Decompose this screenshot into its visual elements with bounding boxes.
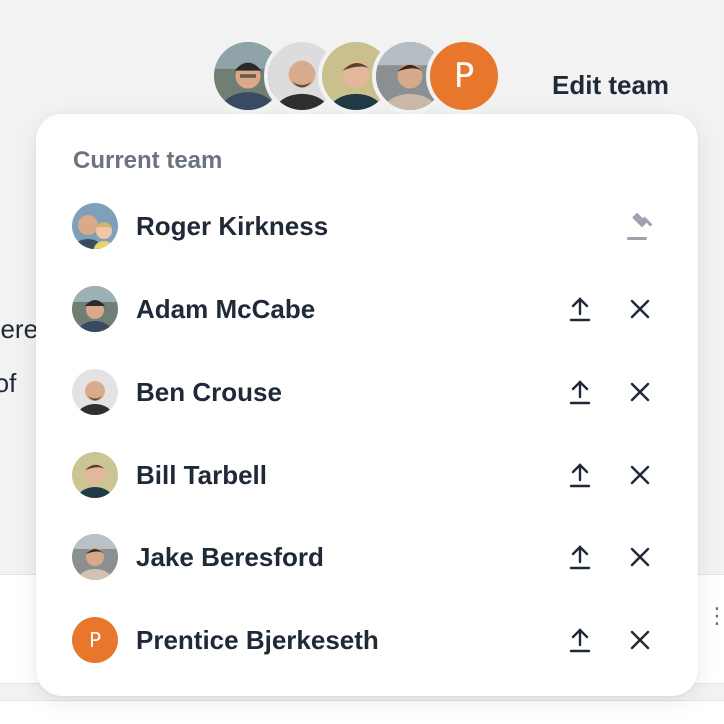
member-avatar-bill [72, 452, 118, 498]
team-member-row: Roger Kirkness [36, 196, 698, 256]
background-text-fragment: rof [0, 368, 17, 398]
member-avatar-ben [72, 369, 118, 415]
promote-upload-icon[interactable] [560, 289, 600, 329]
member-name: Roger Kirkness [136, 210, 329, 241]
promote-upload-icon[interactable] [560, 455, 600, 495]
team-member-row: Bill Tarbell [36, 445, 698, 505]
background-panel [0, 700, 724, 724]
remove-close-icon[interactable] [620, 620, 660, 660]
remove-close-icon[interactable] [620, 372, 660, 412]
member-avatar-adam [72, 286, 118, 332]
member-name: Bill Tarbell [136, 459, 267, 490]
member-avatar-jake [72, 534, 118, 580]
member-name: Adam McCabe [136, 293, 316, 324]
team-member-row: Adam McCabe [36, 279, 698, 339]
background-text-fragment: nere [0, 314, 39, 344]
more-options-icon[interactable]: ⋮ [706, 605, 724, 627]
member-avatar-prentice: P [72, 617, 118, 663]
remove-close-icon[interactable] [620, 289, 660, 329]
remove-close-icon[interactable] [620, 455, 660, 495]
gavel-icon [620, 206, 660, 246]
promote-upload-icon[interactable] [560, 620, 600, 660]
promote-upload-icon[interactable] [560, 537, 600, 577]
edit-team-button[interactable]: Edit team [552, 70, 669, 101]
avatar-letter: P [453, 56, 475, 96]
team-member-row: Jake Beresford [36, 527, 698, 587]
team-member-row: P Prentice Bjerkeseth [36, 610, 698, 670]
member-name: Prentice Bjerkeseth [136, 624, 379, 655]
remove-close-icon[interactable] [620, 537, 660, 577]
current-team-dropdown: Current team Roger Kirkness Adam McCabe … [36, 114, 698, 696]
team-member-row: Ben Crouse [36, 362, 698, 422]
team-page: nere rof ⋮ [0, 0, 724, 724]
avatar-letter: P [88, 628, 102, 652]
member-name: Jake Beresford [136, 541, 324, 572]
avatar-stack-prentice: P [426, 38, 502, 114]
member-avatar-roger [72, 203, 118, 249]
promote-upload-icon[interactable] [560, 372, 600, 412]
member-name: Ben Crouse [136, 376, 282, 407]
current-team-heading: Current team [73, 147, 223, 174]
